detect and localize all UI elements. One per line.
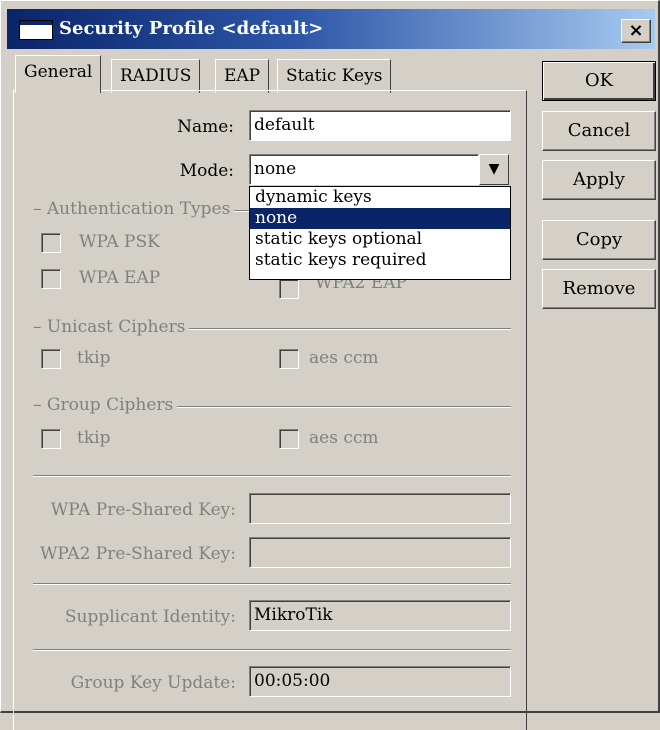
tab-static-keys[interactable]: Static Keys xyxy=(277,59,392,93)
mode-option-static-keys-optional[interactable]: static keys optional xyxy=(250,229,510,250)
mode-option-static-keys-required[interactable]: static keys required xyxy=(250,250,510,271)
copy-button[interactable]: Copy xyxy=(542,220,656,260)
title-bar[interactable]: Security Profile <default> × xyxy=(7,9,655,49)
close-button[interactable]: × xyxy=(621,19,651,43)
tab-general[interactable]: General xyxy=(15,55,102,93)
remove-button[interactable]: Remove xyxy=(542,269,656,309)
ok-button[interactable]: OK xyxy=(542,61,656,101)
apply-button[interactable]: Apply xyxy=(542,160,656,200)
window-title: Security Profile <default> xyxy=(59,18,324,39)
mode-option-none[interactable]: none xyxy=(250,208,510,229)
mode-option-dynamic-keys[interactable]: dynamic keys xyxy=(250,187,510,208)
window-icon xyxy=(19,20,53,40)
cancel-button[interactable]: Cancel xyxy=(542,111,656,151)
security-profile-window: Security Profile <default> × General RAD… xyxy=(0,0,660,730)
tab-eap[interactable]: EAP xyxy=(215,59,270,93)
tab-radius[interactable]: RADIUS xyxy=(111,59,201,93)
mode-dropdown-list: dynamic keys none static keys optional s… xyxy=(249,186,511,280)
